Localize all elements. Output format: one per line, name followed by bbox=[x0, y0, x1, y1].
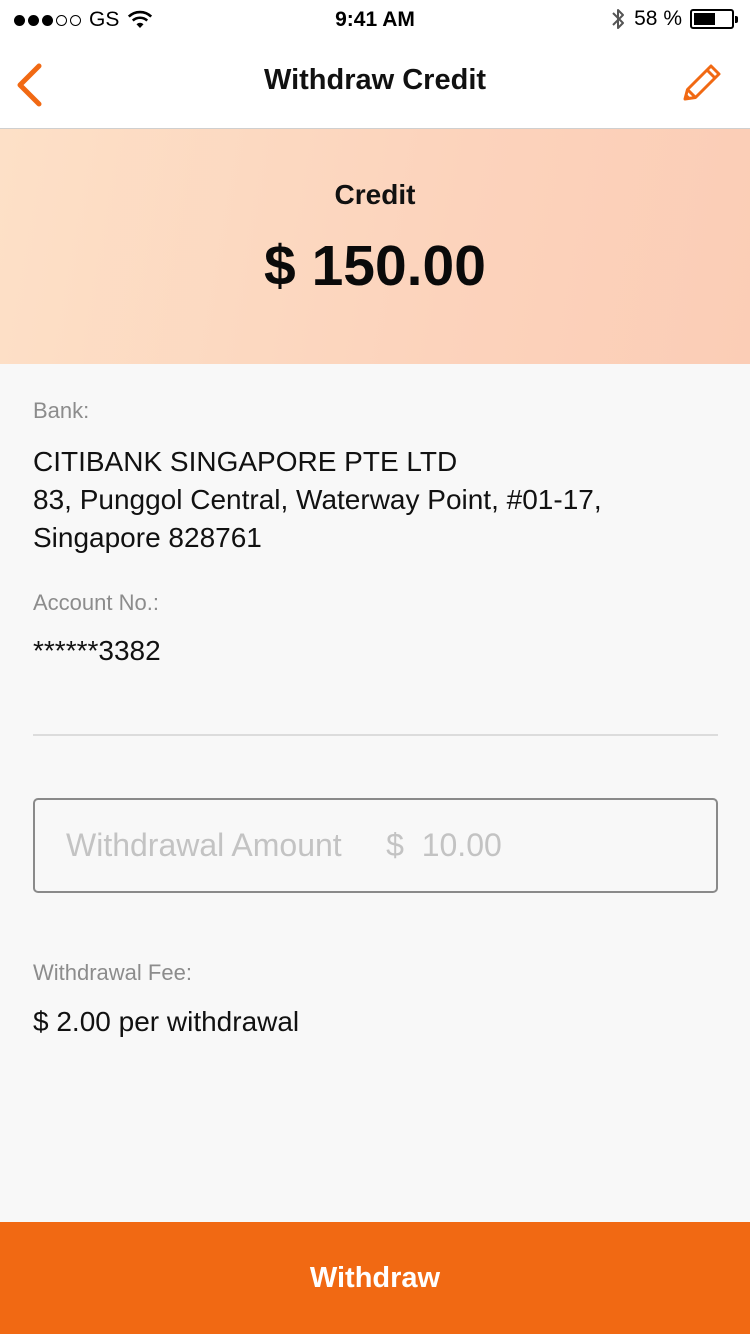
withdrawal-amount-input[interactable] bbox=[35, 800, 716, 891]
withdrawal-fee-label: Withdrawal Fee: bbox=[33, 960, 192, 985]
bank-address-line2: Singapore 828761 bbox=[33, 522, 262, 553]
bluetooth-icon bbox=[612, 9, 625, 29]
battery-percent: 58 % bbox=[634, 7, 682, 30]
account-number-label: Account No.: bbox=[33, 590, 159, 615]
withdrawal-fee-value: $ 2.00 per withdrawal bbox=[33, 1006, 300, 1037]
battery-icon bbox=[690, 9, 738, 29]
bank-name: CITIBANK SINGAPORE PTE LTD bbox=[33, 446, 458, 477]
pencil-icon bbox=[683, 64, 721, 101]
navigation-bar: Withdraw Credit bbox=[0, 40, 750, 129]
bank-address-line1: 83, Punggol Central, Waterway Point, #01… bbox=[33, 484, 602, 515]
account-number-value: ******3382 bbox=[33, 635, 161, 666]
bank-details: CITIBANK SINGAPORE PTE LTD 83, Punggol C… bbox=[33, 443, 723, 557]
bank-label: Bank: bbox=[33, 398, 90, 423]
status-bar: GS 9:41 AM 58 % bbox=[0, 0, 750, 40]
withdrawal-amount-field[interactable] bbox=[33, 798, 718, 893]
credit-banner: Credit $ 150.00 bbox=[0, 129, 750, 364]
status-right: 58 % bbox=[610, 7, 738, 31]
section-divider bbox=[33, 734, 718, 736]
credit-amount: $ 150.00 bbox=[264, 234, 486, 298]
battery-tip bbox=[735, 16, 738, 23]
edit-button[interactable] bbox=[676, 60, 726, 110]
withdraw-button[interactable]: Withdraw bbox=[0, 1222, 750, 1334]
battery-level bbox=[694, 13, 715, 25]
credit-label: Credit bbox=[334, 179, 416, 210]
page-title: Withdraw Credit bbox=[263, 64, 487, 96]
